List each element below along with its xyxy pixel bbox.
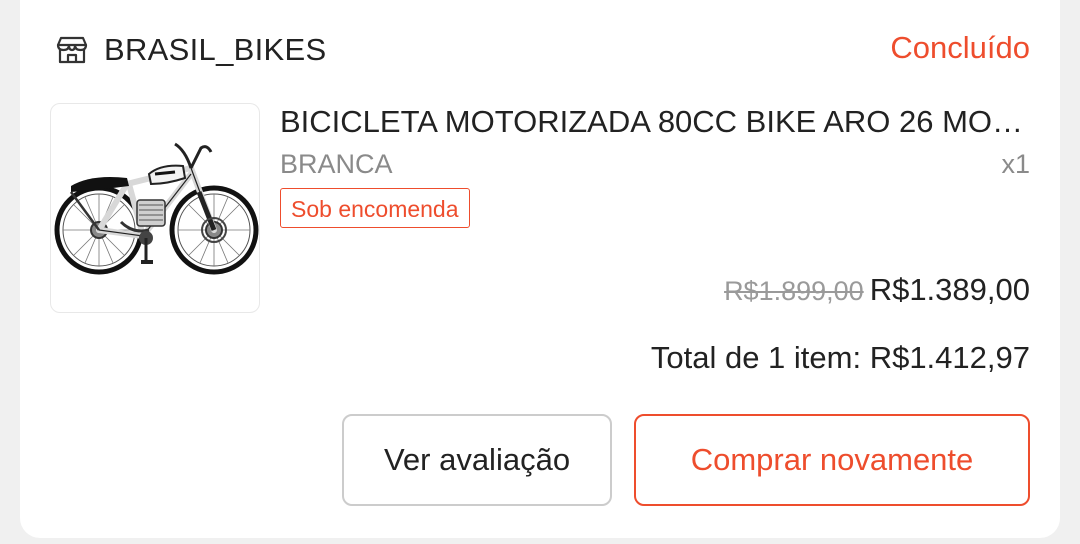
view-review-button[interactable]: Ver avaliação — [342, 414, 612, 506]
preorder-tag: Sob encomenda — [280, 188, 470, 228]
order-total: Total de 1 item: R$1.412,97 — [650, 340, 1030, 375]
shop-name[interactable]: BRASIL_BIKES — [104, 32, 326, 68]
product-title[interactable]: BICICLETA MOTORIZADA 80CC BIKE ARO 26 MO… — [280, 100, 1030, 144]
order-card[interactable]: BRASIL_BIKES Concluído BICICLETA MOTORIZ… — [20, 0, 1060, 538]
store-icon — [54, 32, 90, 68]
product-image[interactable] — [50, 103, 260, 313]
current-price: R$1.389,00 — [869, 272, 1030, 307]
order-status: Concluído — [890, 30, 1030, 65]
product-quantity: x1 — [1001, 149, 1030, 179]
product-variant: BRANCA — [280, 149, 393, 179]
shop-header[interactable]: BRASIL_BIKES — [54, 28, 326, 72]
original-price: R$1.899,00 — [724, 276, 864, 306]
motorized-bicycle-image — [54, 142, 259, 275]
buy-again-button[interactable]: Comprar novamente — [634, 414, 1030, 506]
price-row: R$1.899,00 R$1.389,00 — [724, 272, 1030, 308]
